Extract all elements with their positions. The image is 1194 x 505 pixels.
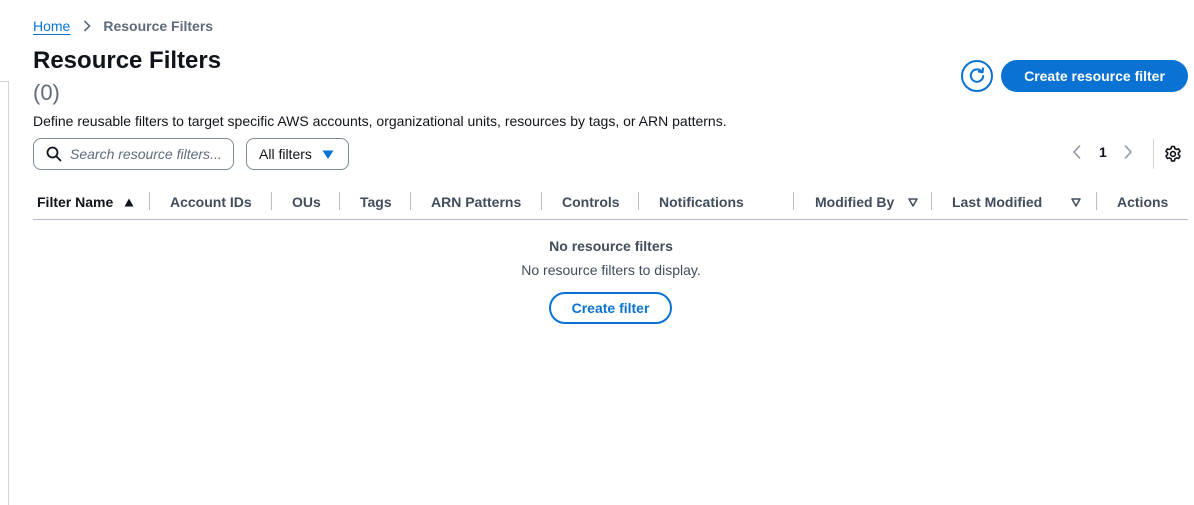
- filter-dropdown[interactable]: All filters: [246, 138, 349, 170]
- refresh-button[interactable]: [961, 60, 993, 92]
- column-header-controls[interactable]: Controls: [562, 194, 620, 210]
- search-box: [33, 138, 234, 170]
- pagination-divider: [1153, 139, 1154, 169]
- refresh-icon: [969, 67, 985, 83]
- page-description: Define reusable filters to target specif…: [33, 113, 727, 129]
- column-header-arn-patterns[interactable]: ARN Patterns: [431, 194, 521, 210]
- column-header-account-ids[interactable]: Account IDs: [170, 194, 252, 210]
- settings-icon: [1165, 145, 1181, 162]
- chevron-left-icon: [1072, 144, 1081, 160]
- item-count: (0): [33, 80, 60, 105]
- page-number-button[interactable]: 1: [1099, 144, 1107, 160]
- breadcrumb: Home Resource Filters: [33, 18, 213, 34]
- side-rail: [8, 82, 9, 505]
- empty-state-description: No resource filters to display.: [521, 262, 701, 278]
- create-resource-filter-button[interactable]: Create resource filter: [1001, 60, 1188, 92]
- column-header-modified-by[interactable]: Modified By: [815, 194, 919, 210]
- chevron-right-icon: [83, 20, 91, 32]
- column-divider: [339, 192, 340, 210]
- column-header-notifications[interactable]: Notifications: [659, 194, 744, 210]
- column-divider: [541, 192, 542, 210]
- table-preferences-button[interactable]: [1164, 145, 1182, 163]
- column-header-tags[interactable]: Tags: [360, 194, 392, 210]
- previous-page-button[interactable]: [1068, 144, 1086, 160]
- create-filter-button[interactable]: Create filter: [549, 292, 672, 324]
- column-divider: [271, 192, 272, 210]
- table-header: Filter Name Account IDs OUs Tags ARN Pat…: [33, 184, 1188, 220]
- column-divider: [149, 192, 150, 210]
- sort-descending-icon: [908, 197, 919, 207]
- next-page-button[interactable]: [1119, 144, 1137, 160]
- column-divider: [638, 192, 639, 210]
- chevron-right-icon: [1124, 144, 1132, 160]
- column-header-last-modified[interactable]: Last Modified: [952, 194, 1081, 210]
- sort-descending-icon: [1071, 197, 1081, 207]
- breadcrumb-current: Resource Filters: [103, 18, 214, 34]
- column-header-actions: Actions: [1117, 194, 1169, 210]
- column-header-filter-name[interactable]: Filter Name: [37, 194, 134, 210]
- breadcrumb-home-link[interactable]: Home: [33, 18, 70, 34]
- column-header-ous[interactable]: OUs: [292, 194, 321, 210]
- caret-down-icon: [322, 150, 334, 159]
- pagination: 1: [1068, 144, 1137, 160]
- column-divider: [931, 192, 932, 210]
- column-divider: [1096, 192, 1097, 210]
- filter-dropdown-value: All filters: [259, 146, 312, 162]
- search-icon: [46, 146, 62, 162]
- sort-ascending-icon: [124, 198, 134, 206]
- empty-state-title: No resource filters: [549, 238, 673, 254]
- page-title: Resource Filters: [33, 47, 222, 74]
- column-divider: [793, 192, 794, 210]
- column-divider: [410, 192, 411, 210]
- search-input[interactable]: [70, 146, 230, 162]
